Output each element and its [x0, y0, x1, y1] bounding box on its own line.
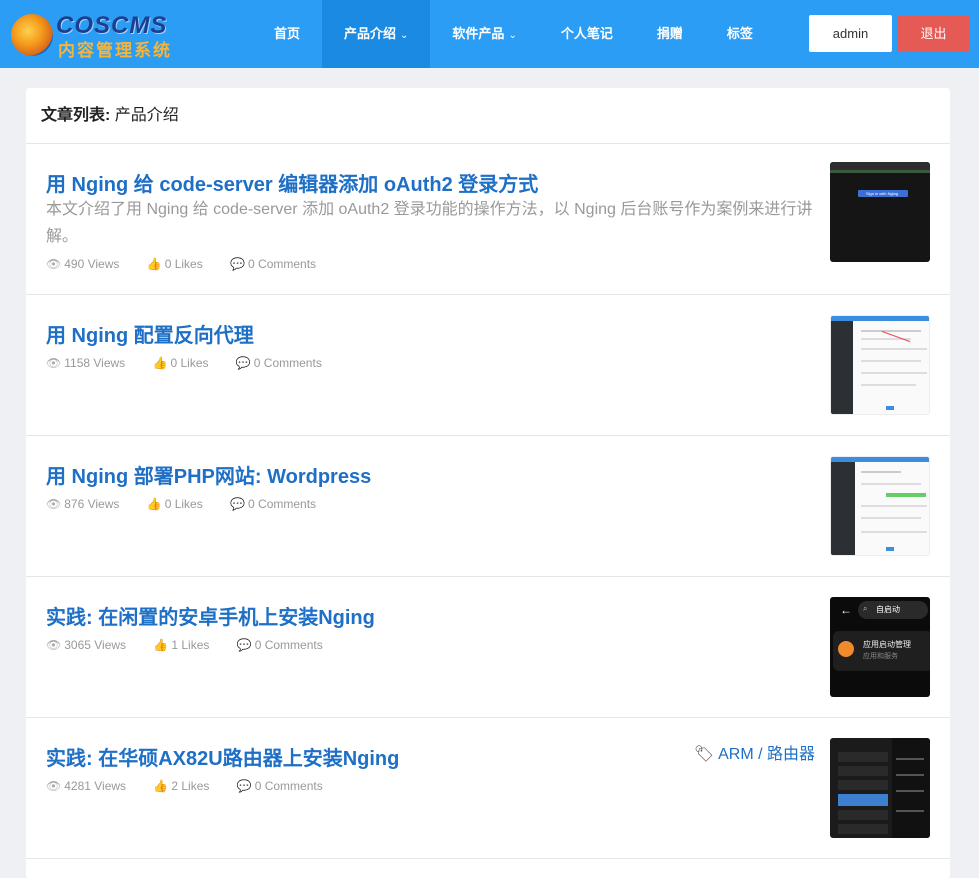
article-tags[interactable]: 🏷 ARM / 路由器 [694, 740, 815, 764]
comment-icon: 💬 [236, 638, 252, 652]
likes-count: 👍 0 Likes [146, 257, 203, 271]
globe-icon [11, 14, 53, 56]
thumbs-up-icon: 👍 [153, 638, 169, 652]
nav-label: 标签 [726, 26, 753, 41]
list-item: 实践: 在华硕AX82U路由器上安装Nging 🏷 ARM / 路由器 👁 4281… [26, 718, 950, 859]
nav-label: 软件产品 [452, 26, 505, 41]
article-meta: 👁 3065 Views 👍 1 Likes 💬 0 Comments [46, 638, 347, 652]
nav-label: 首页 [274, 26, 301, 41]
eye-icon: 👁 [46, 257, 62, 271]
thumb-signin-button: Sign in with Nging [858, 190, 908, 197]
nav-label: 个人笔记 [560, 26, 613, 41]
nav-item-donate[interactable]: 捐赠 [635, 0, 705, 68]
thumb-item-subtitle: 应用和服务 [863, 653, 898, 660]
comment-icon: 💬 [236, 779, 252, 793]
list-heading: 文章列表: 产品介绍 [26, 88, 950, 144]
comments-count: 💬 0 Comments [235, 356, 322, 370]
brand-subtitle: 内容管理系统 [58, 41, 172, 61]
likes-count: 👍 2 Likes [153, 779, 210, 793]
article-meta: 👁 4281 Views 👍 2 Likes 💬 0 Comments [46, 779, 347, 793]
eye-icon: 👁 [46, 779, 62, 793]
comments-count: 💬 0 Comments [230, 257, 317, 271]
comment-icon: 💬 [230, 497, 246, 511]
views-count: 👁 490 Views [46, 257, 120, 271]
article-thumbnail[interactable]: ← 自启动 ⌕ 应用启动管理 应用和服务 [830, 597, 930, 697]
article-title[interactable]: 用 Nging 部署PHP网站: Wordpress [46, 460, 371, 489]
article-thumbnail[interactable] [830, 456, 930, 556]
article-thumbnail[interactable] [830, 315, 930, 415]
article-meta: 👁 876 Views 👍 0 Likes 💬 0 Comments [46, 497, 340, 511]
eye-icon: 👁 [46, 356, 62, 370]
nav-label: 捐赠 [656, 26, 683, 41]
nav-item-notes[interactable]: 个人笔记 [539, 0, 635, 68]
comments-count: 💬 0 Comments [236, 779, 323, 793]
article-summary: 本文介绍了用 Nging 给 code-server 添加 oAuth2 登录功… [46, 201, 813, 245]
thumb-item-title: 应用启动管理 [863, 640, 911, 649]
thumbs-up-icon: 👍 [146, 497, 162, 511]
main-menu: 首页 产品介绍 ⌄ 软件产品 ⌄ 个人笔记 捐赠 标签 [252, 0, 775, 68]
views-count: 👁 4281 Views [46, 779, 127, 793]
article-title[interactable]: 实践: 在闲置的安卓手机上安装Nging [46, 601, 375, 630]
comment-icon: 💬 [230, 257, 246, 271]
article-meta: 👁 1158 Views 👍 0 Likes 💬 0 Comments [46, 356, 346, 370]
app-icon [838, 641, 854, 657]
search-icon: ⌕ [863, 604, 868, 613]
article-list-panel: 文章列表: 产品介绍 用 Nging 给 code-server 编辑器添加 o… [26, 88, 950, 878]
list-heading-category: 产品介绍 [114, 107, 179, 124]
comments-count: 💬 0 Comments [236, 638, 323, 652]
thumbs-up-icon: 👍 [152, 356, 168, 370]
article-title[interactable]: 实践: 在华硕AX82U路由器上安装Nging [46, 742, 399, 771]
views-count: 👁 876 Views [46, 497, 120, 511]
nav-label: 产品介绍 [344, 26, 397, 41]
list-item: 实践: 在闲置的安卓手机上安装Nging 👁 3065 Views 👍 1 Like… [26, 577, 950, 718]
likes-count: 👍 0 Likes [152, 356, 209, 370]
tag-links[interactable]: ARM / 路由器 [718, 746, 815, 763]
top-navbar: COSCMS 内容管理系统 首页 产品介绍 ⌄ 软件产品 ⌄ 个人笔记 捐赠 标签 … [0, 0, 979, 68]
logout-button[interactable]: 退出 [897, 15, 970, 52]
nav-item-products[interactable]: 产品介绍 ⌄ [322, 0, 431, 68]
nav-item-home[interactable]: 首页 [252, 0, 322, 68]
chevron-down-icon: ⌄ [400, 30, 409, 41]
article-title[interactable]: 用 Nging 配置反向代理 [46, 319, 254, 348]
chevron-down-icon: ⌄ [508, 30, 517, 41]
list-item: 用 Nging 给 code-server 编辑器添加 oAuth2 登录方式 … [26, 144, 950, 295]
views-count: 👁 1158 Views [46, 356, 126, 370]
likes-count: 👍 1 Likes [153, 638, 210, 652]
thumbs-up-icon: 👍 [153, 779, 169, 793]
comments-count: 💬 0 Comments [230, 497, 317, 511]
views-count: 👁 3065 Views [46, 638, 127, 652]
article-thumbnail[interactable]: Sign in with Nging [830, 162, 930, 262]
thumbs-up-icon: 👍 [146, 257, 162, 271]
eye-icon: 👁 [46, 497, 62, 511]
article-meta: 👁 490 Views 👍 0 Likes 💬 0 Comments [46, 257, 340, 271]
comment-icon: 💬 [235, 356, 251, 370]
brand-logo[interactable]: COSCMS 内容管理系统 [8, 10, 188, 61]
article-thumbnail[interactable] [830, 738, 930, 838]
list-item: 用 Nging 部署PHP网站: Wordpress 👁 876 Views 👍 0… [26, 436, 950, 577]
list-heading-label: 文章列表: [41, 107, 111, 124]
nav-item-tags[interactable]: 标签 [705, 0, 775, 68]
list-item: 用 Nging 配置反向代理 👁 1158 Views 👍 0 Likes 💬 0 C… [26, 295, 950, 436]
tags-icon: 🏷 [693, 746, 715, 763]
eye-icon: 👁 [46, 638, 62, 652]
admin-button[interactable]: admin [809, 15, 892, 52]
article-title[interactable]: 用 Nging 给 code-server 编辑器添加 oAuth2 登录方式 [46, 168, 538, 197]
likes-count: 👍 0 Likes [146, 497, 203, 511]
thumb-search-field: 自启动 [858, 601, 928, 619]
back-arrow-icon: ← [840, 603, 852, 617]
nav-item-software[interactable]: 软件产品 ⌄ [430, 0, 538, 68]
